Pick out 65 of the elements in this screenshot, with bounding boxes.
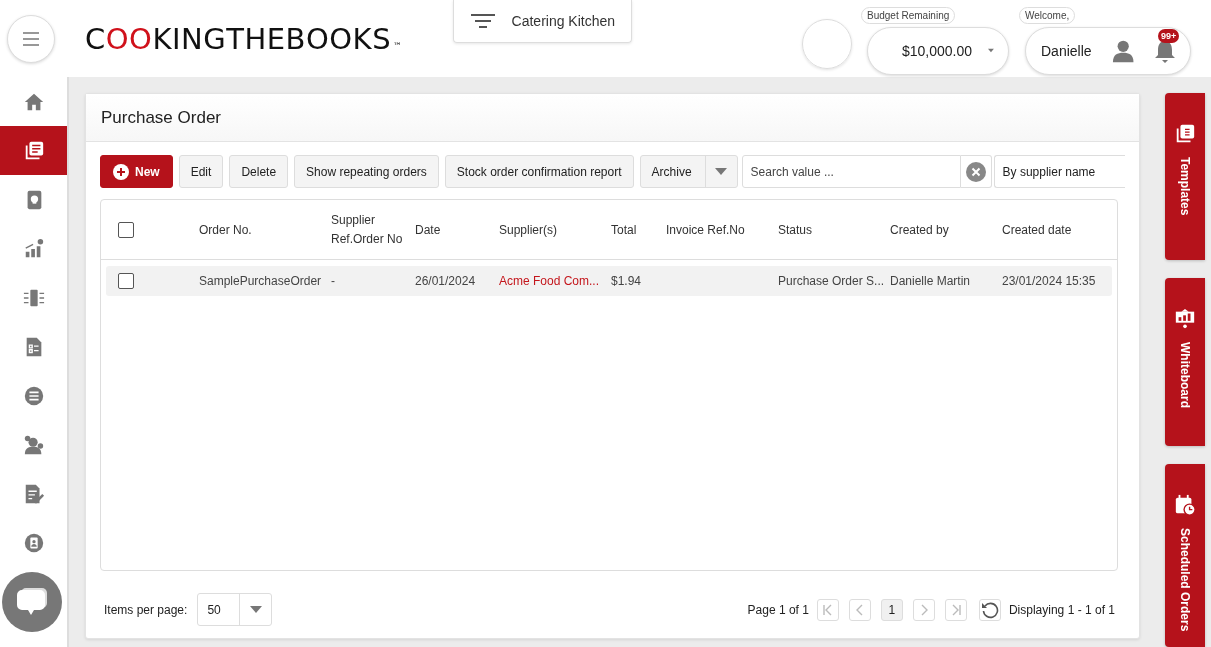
growth-chart-icon: [22, 237, 45, 260]
toolbar-button[interactable]: Show repeating orders: [294, 155, 439, 188]
list-circle-icon: [22, 384, 45, 407]
nav-item[interactable]: [0, 126, 67, 175]
display-count: Displaying 1 - 1 of 1: [1008, 602, 1115, 617]
column-header[interactable]: Order No.: [199, 222, 331, 237]
table-cell-text: SamplePurchaseOrder: [199, 274, 323, 288]
toolbar-button[interactable]: Edit: [178, 155, 224, 188]
page-number-button[interactable]: 1: [880, 598, 903, 621]
table-cell-text: Danielle Martin: [890, 274, 972, 288]
column-header[interactable]: Supplier Ref.Order No: [331, 210, 415, 249]
column-header[interactable]: Invoice Ref.No: [666, 222, 778, 237]
menu-button[interactable]: [7, 14, 55, 63]
table-cell-text: -: [331, 272, 336, 290]
filter-lines-icon: [469, 14, 496, 28]
person-icon[interactable]: [1111, 38, 1134, 63]
column-header[interactable]: Total: [611, 222, 666, 237]
toolbar-button[interactable]: Stock order confirmation report: [444, 155, 634, 188]
items-per-page-label: Items per page:: [104, 602, 188, 617]
refresh-icon: [980, 600, 999, 619]
caret-icon: [249, 606, 262, 613]
page-title: Purchase Order: [101, 107, 221, 128]
plus-circle-icon: [113, 163, 129, 180]
caret-icon: [988, 47, 994, 54]
caret-icon: [715, 168, 728, 175]
first-page-icon: [821, 603, 834, 616]
column-header[interactable]: Date: [415, 222, 499, 237]
table-cell-text: 26/01/2024: [415, 274, 477, 288]
kitchen-selector[interactable]: Catering Kitchen: [452, 0, 633, 43]
user-gears-icon: [22, 433, 45, 456]
column-header[interactable]: Created date: [1002, 222, 1112, 237]
side-tab[interactable]: Scheduled Orders: [1165, 463, 1205, 647]
document-stack-icon: [1174, 123, 1196, 145]
page-info: Page 1 of 1: [747, 602, 809, 617]
search-field[interactable]: Search value ...: [741, 155, 961, 188]
refresh-button[interactable]: [978, 598, 1001, 621]
archive-dropdown[interactable]: Archive: [639, 155, 738, 188]
welcome-label: Welcome,: [1019, 6, 1076, 24]
table-cell-text: $1.94: [611, 274, 643, 288]
search-filter-dropdown[interactable]: By supplier name: [993, 155, 1125, 188]
contact-card-icon: [22, 531, 45, 554]
table-cell-text: Acme Food Com...: [499, 274, 601, 288]
table-cell-text: 23/01/2024 15:35: [1002, 274, 1097, 288]
notification-badge: 99+: [1158, 28, 1180, 43]
checkbox[interactable]: [118, 221, 134, 238]
column-header[interactable]: Created by: [890, 222, 1002, 237]
budget-value: $10,000.00: [902, 42, 973, 59]
menu-icon: [22, 31, 40, 46]
toolbar-button[interactable]: Delete: [229, 155, 289, 188]
side-tab[interactable]: Templates: [1165, 93, 1205, 261]
table-row[interactable]: SamplePurchaseOrder - 26/01/2024 Acme Food Com... $1.94 Purchase Order S... Danielle Martin 23/01/2024 15:35: [106, 266, 1112, 296]
budget-selector[interactable]: $10,000.00: [867, 26, 1009, 75]
column-header[interactable]: Status: [778, 222, 890, 237]
user-name: Danielle: [1041, 42, 1092, 59]
calendar-clock-icon: [1174, 493, 1196, 516]
checkbox[interactable]: [118, 273, 134, 289]
whiteboard-icon: [1174, 308, 1196, 331]
table-cell-text: Purchase Order S...: [778, 274, 886, 288]
side-tab[interactable]: Whiteboard: [1165, 278, 1205, 446]
chat-button[interactable]: [2, 572, 62, 632]
page-size-dropdown[interactable]: 50: [197, 593, 273, 626]
budget-label: Budget Remaining: [861, 6, 956, 24]
clear-icon[interactable]: [965, 161, 986, 182]
column-header[interactable]: Supplier(s): [499, 222, 611, 237]
new-button[interactable]: New: [100, 155, 173, 188]
